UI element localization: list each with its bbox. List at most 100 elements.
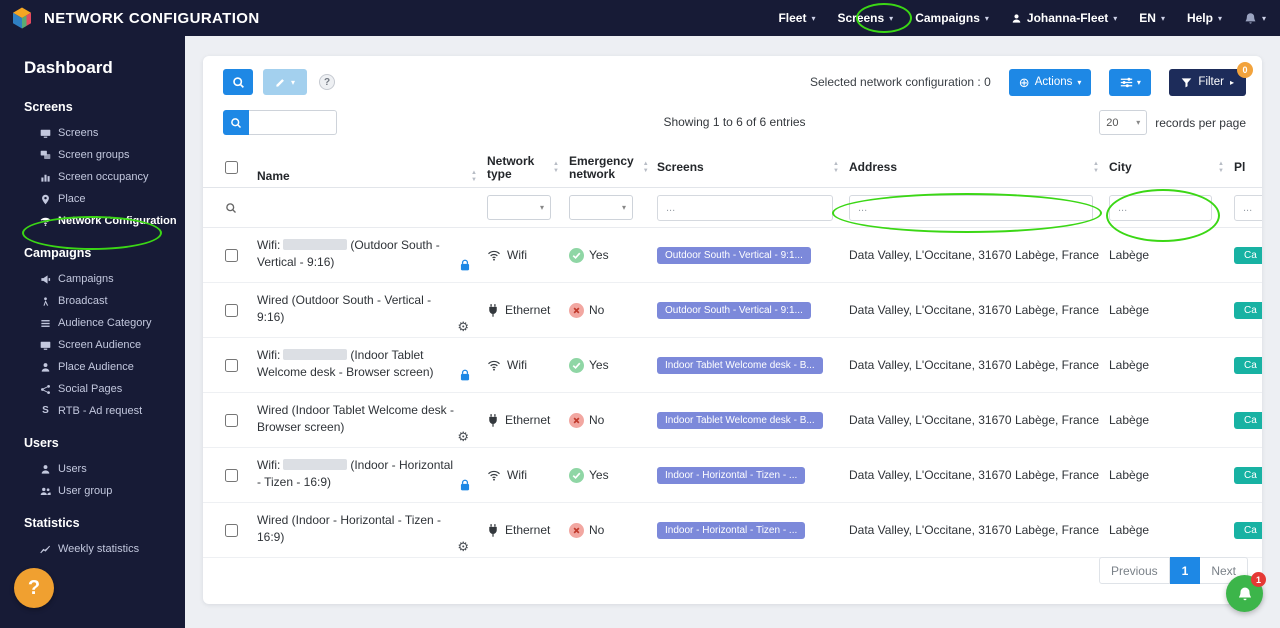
screen-badge[interactable]: Indoor - Horizontal - Tizen - ...	[657, 521, 806, 539]
check-circle-icon	[569, 357, 584, 373]
sidebar-item-screen-occupancy[interactable]: Screen occupancy	[0, 166, 185, 188]
nav-help[interactable]: Help ▾	[1187, 11, 1222, 25]
nav-user-menu[interactable]: Johanna-Fleet ▾	[1011, 11, 1117, 25]
chevron-down-icon: ▾	[1217, 13, 1222, 23]
place-badge[interactable]: Ca	[1234, 301, 1262, 319]
screen-badge[interactable]: Indoor - Horizontal - Tizen - ...	[657, 466, 806, 484]
screen-badge[interactable]: Indoor Tablet Welcome desk - B...	[657, 356, 823, 374]
address-value: Data Valley, L'Occitane, 31670 Labège, F…	[849, 523, 1100, 537]
edit-dropdown-button[interactable]: ▾	[263, 69, 307, 95]
nav-screens[interactable]: Screens ▾	[837, 11, 893, 25]
nav-fleet[interactable]: Fleet ▾	[778, 11, 815, 25]
place-badge[interactable]: Ca	[1234, 521, 1262, 539]
config-name-cell: Wifi: (Indoor - Horizontal - Tizen - 16:9…	[257, 448, 487, 502]
header-screens[interactable]: Screens ▲ ▼	[657, 148, 849, 187]
sidebar-item-screen-groups[interactable]: Screen groups	[0, 144, 185, 166]
emergency-network-filter-select[interactable]: ▾	[569, 195, 633, 220]
header-city[interactable]: City ▲ ▼	[1109, 148, 1234, 187]
address-value: Data Valley, L'Occitane, 31670 Labège, F…	[849, 248, 1100, 262]
chevron-down-icon: ▾	[621, 203, 626, 212]
lock-icon[interactable]	[459, 259, 471, 275]
header-network-type[interactable]: Network type ▲ ▼	[487, 148, 569, 187]
sort-icon[interactable]: ▲ ▼	[1218, 161, 1224, 174]
row-checkbox[interactable]	[225, 523, 238, 537]
sidebar-item-campaigns[interactable]: Campaigns	[0, 268, 185, 290]
screen-occupancy-icon	[40, 172, 51, 183]
gear-icon[interactable]: ⚙	[457, 320, 469, 333]
search-button[interactable]	[223, 69, 253, 95]
place-badge[interactable]: Ca	[1234, 411, 1262, 429]
header-place[interactable]: Pl▲▼	[1234, 148, 1262, 187]
help-tooltip-icon[interactable]: ?	[319, 74, 335, 90]
header-name[interactable]: Name ▲ ▼	[257, 148, 487, 187]
search-icon	[226, 202, 236, 213]
chevron-down-icon: ▾	[1113, 13, 1118, 23]
wifi-icon	[487, 250, 501, 261]
sidebar-dashboard[interactable]: Dashboard	[0, 58, 185, 78]
sidebar-section-screens: Screens	[24, 100, 73, 114]
place-badge[interactable]: Ca	[1234, 356, 1262, 374]
sort-icon[interactable]: ▲ ▼	[553, 161, 559, 174]
columns-button[interactable]: ▾	[1109, 68, 1152, 96]
header-address[interactable]: Address ▲ ▼	[849, 148, 1109, 187]
sidebar-section-campaigns: Campaigns	[24, 246, 92, 260]
screens-filter-input[interactable]	[657, 194, 833, 221]
config-name: Wifi:	[257, 238, 281, 252]
sort-icon[interactable]: ▲ ▼	[1093, 161, 1099, 174]
bell-icon	[1245, 12, 1256, 24]
pagination-page-1[interactable]: 1	[1169, 557, 1201, 584]
sidebar-item-social-pages[interactable]: Social Pages	[0, 378, 185, 400]
sort-icon[interactable]: ▲ ▼	[833, 161, 839, 174]
sidebar-item-weekly-statistics[interactable]: Weekly statistics	[0, 538, 185, 560]
nav-language[interactable]: EN ▾	[1139, 11, 1165, 25]
sidebar-item-place-audience[interactable]: Place Audience	[0, 356, 185, 378]
sort-icon[interactable]: ▲ ▼	[643, 161, 649, 174]
address-filter-input[interactable]	[849, 194, 1093, 221]
sidebar-item-user-group[interactable]: User group	[0, 480, 185, 502]
address-value: Data Valley, L'Occitane, 31670 Labège, F…	[849, 468, 1100, 482]
sidebar-item-place[interactable]: Place	[0, 188, 185, 210]
filter-button[interactable]: Filter ▸ 0	[1169, 61, 1253, 96]
rtb-icon: S	[42, 405, 49, 416]
screen-badge[interactable]: Outdoor South - Vertical - 9:1...	[657, 246, 811, 264]
sidebar-item-rtb-ad-request[interactable]: S RTB - Ad request	[0, 400, 185, 422]
nav-notifications[interactable]: ▾	[1244, 12, 1266, 25]
nav-campaigns[interactable]: Campaigns ▾	[915, 11, 989, 25]
pagination-previous[interactable]: Previous	[1098, 557, 1170, 584]
network-configuration-table: Name ▲ ▼ Network type ▲ ▼ Emergency network ▲…	[203, 148, 1262, 558]
row-checkbox[interactable]	[225, 303, 238, 317]
lock-icon[interactable]	[459, 369, 471, 385]
place-filter-input[interactable]	[1234, 194, 1262, 221]
users-icon	[40, 464, 51, 475]
select-all-checkbox[interactable]	[225, 161, 238, 174]
sidebar-item-screens[interactable]: Screens	[0, 122, 185, 144]
sidebar-item-audience-category[interactable]: Audience Category	[0, 312, 185, 334]
header-emergency-network[interactable]: Emergency network ▲ ▼	[569, 148, 657, 187]
city-filter-input[interactable]	[1109, 194, 1212, 221]
row-checkbox[interactable]	[225, 413, 238, 427]
network-type-filter-select[interactable]: ▾	[487, 195, 551, 220]
screen-badge[interactable]: Outdoor South - Vertical - 9:1...	[657, 301, 811, 319]
per-page-label: records per page	[1155, 115, 1246, 130]
place-badge[interactable]: Ca	[1234, 246, 1262, 264]
sidebar-item-users[interactable]: Users	[0, 458, 185, 480]
gear-icon[interactable]: ⚙	[457, 430, 469, 443]
row-checkbox[interactable]	[225, 358, 238, 372]
sidebar-help-button[interactable]: ?	[14, 568, 54, 608]
place-badge[interactable]: Ca	[1234, 466, 1262, 484]
row-checkbox[interactable]	[225, 248, 238, 262]
sort-icon[interactable]: ▲ ▼	[471, 170, 477, 183]
per-page-select[interactable]: 20 ▾	[1099, 110, 1148, 135]
sidebar-item-network-configuration[interactable]: Network Configuration	[0, 210, 185, 232]
notifications-floating-button[interactable]: 1	[1226, 572, 1266, 612]
emergency-value: No	[589, 303, 605, 317]
screen-badge[interactable]: Indoor Tablet Welcome desk - B...	[657, 411, 823, 429]
city-value: Labège	[1109, 468, 1150, 482]
row-checkbox[interactable]	[225, 468, 238, 482]
lock-icon[interactable]	[459, 479, 471, 495]
actions-button[interactable]: ⊕ Actions ▾	[1008, 68, 1092, 96]
sidebar-item-broadcast[interactable]: Broadcast	[0, 290, 185, 312]
sidebar-item-screen-audience[interactable]: Screen Audience	[0, 334, 185, 356]
sidebar: Dashboard Screens Screens Screen groups …	[0, 36, 185, 628]
gear-icon[interactable]: ⚙	[457, 540, 469, 553]
